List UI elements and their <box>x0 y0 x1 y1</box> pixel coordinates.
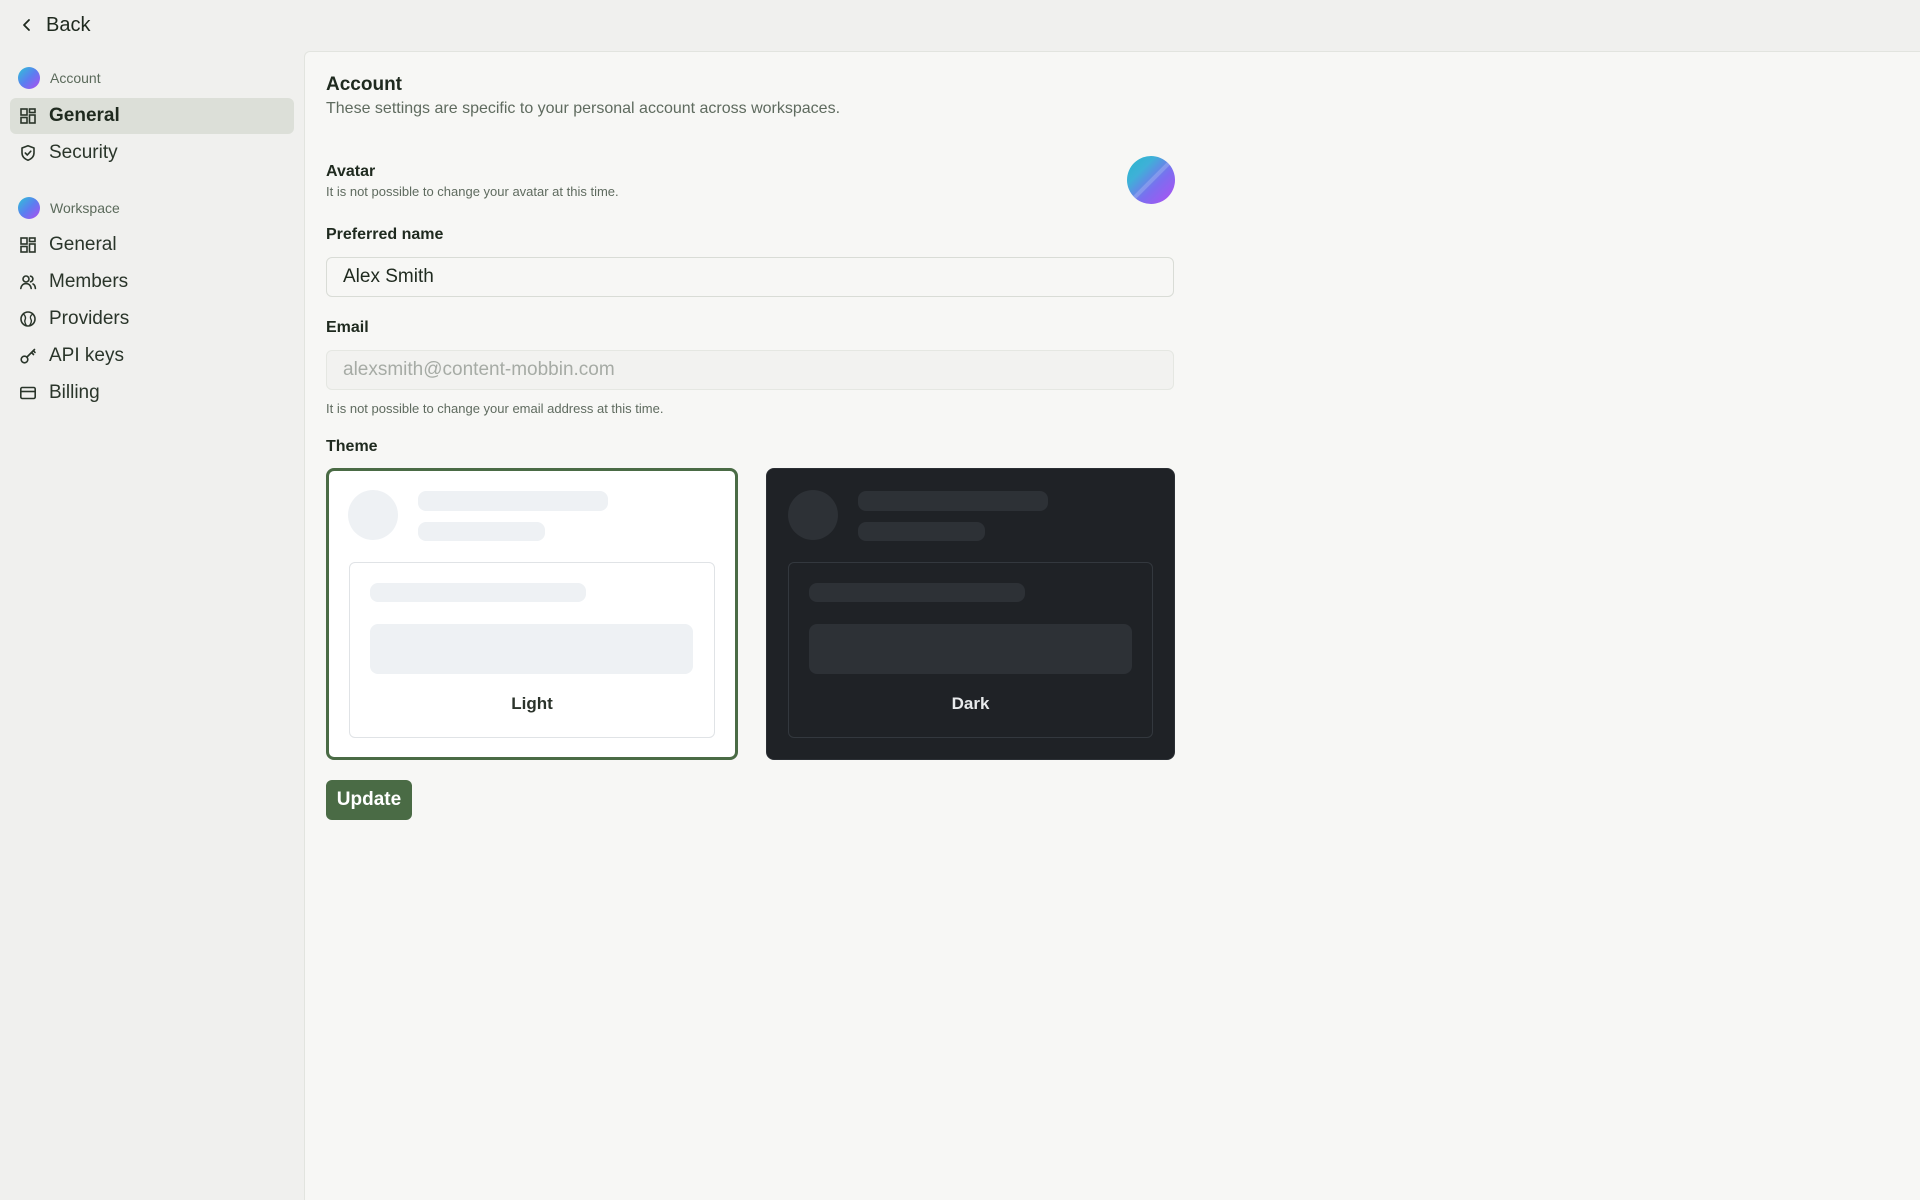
skeleton-block <box>370 624 693 674</box>
skeleton-avatar <box>788 490 838 540</box>
preferred-name-input[interactable] <box>326 257 1174 297</box>
sidebar: Account General Security Workspace Gener… <box>0 52 304 1200</box>
main-panel: Account These settings are specific to y… <box>304 51 1920 1200</box>
back-label: Back <box>46 13 91 36</box>
skeleton-card: Light <box>349 562 715 738</box>
workspace-avatar <box>18 197 40 219</box>
email-label: Email <box>326 319 369 336</box>
avatar-hint: It is not possible to change your avatar… <box>326 184 619 199</box>
workspace-section-label: Workspace <box>50 200 120 216</box>
shield-icon <box>21 145 35 161</box>
sidebar-item-label: Security <box>49 142 118 163</box>
skeleton-card: Dark <box>788 562 1153 738</box>
chevron-left-icon <box>23 19 30 31</box>
account-section-label: Account <box>50 70 101 86</box>
sidebar-item-label: General <box>49 234 117 255</box>
globe-icon <box>20 311 36 327</box>
sidebar-item-label: Billing <box>49 382 100 403</box>
avatar-label: Avatar <box>326 163 376 180</box>
skeleton-line <box>809 583 1025 602</box>
skeleton-line <box>370 583 586 602</box>
skeleton-block <box>809 624 1132 674</box>
grid-icon <box>20 237 36 253</box>
preferred-name-label: Preferred name <box>326 226 444 243</box>
sidebar-item-label: Providers <box>49 308 130 329</box>
skeleton-line <box>858 491 1048 511</box>
users-icon <box>20 275 37 290</box>
sidebar-item-security[interactable]: Security <box>10 135 294 171</box>
theme-option-label: Dark <box>951 694 990 713</box>
theme-label: Theme <box>326 438 378 455</box>
theme-option-label: Light <box>511 694 553 713</box>
back-button[interactable]: Back <box>20 12 90 38</box>
sidebar-item-account-general[interactable]: General <box>10 98 294 134</box>
skeleton-line <box>418 491 608 511</box>
credit-card-icon <box>19 386 36 400</box>
skeleton-line <box>418 522 545 541</box>
account-section-header: Account <box>18 66 101 90</box>
sidebar-item-api-keys[interactable]: API keys <box>10 338 294 374</box>
sidebar-item-billing[interactable]: Billing <box>10 375 294 411</box>
email-hint: It is not possible to change your email … <box>326 401 664 416</box>
theme-option-dark[interactable]: Dark <box>766 468 1175 760</box>
page-subtitle: These settings are specific to your pers… <box>326 100 841 117</box>
skeleton-line <box>858 522 985 541</box>
avatar <box>1127 156 1175 204</box>
workspace-section-header: Workspace <box>18 196 120 220</box>
account-avatar <box>18 67 40 89</box>
email-field <box>326 350 1174 390</box>
sidebar-item-members[interactable]: Members <box>10 264 294 300</box>
theme-option-light[interactable]: Light <box>326 468 738 760</box>
sidebar-item-label: Members <box>49 271 129 292</box>
page-title: Account <box>326 74 402 95</box>
sidebar-item-label: API keys <box>49 345 124 366</box>
skeleton-avatar <box>348 490 398 540</box>
grid-icon <box>20 108 36 124</box>
key-icon <box>20 348 36 364</box>
update-button[interactable]: Update <box>326 780 412 820</box>
sidebar-item-workspace-general[interactable]: General <box>10 227 294 263</box>
top-bar: Back <box>0 0 1920 50</box>
sidebar-item-label: General <box>49 105 120 126</box>
sidebar-item-providers[interactable]: Providers <box>10 301 294 337</box>
